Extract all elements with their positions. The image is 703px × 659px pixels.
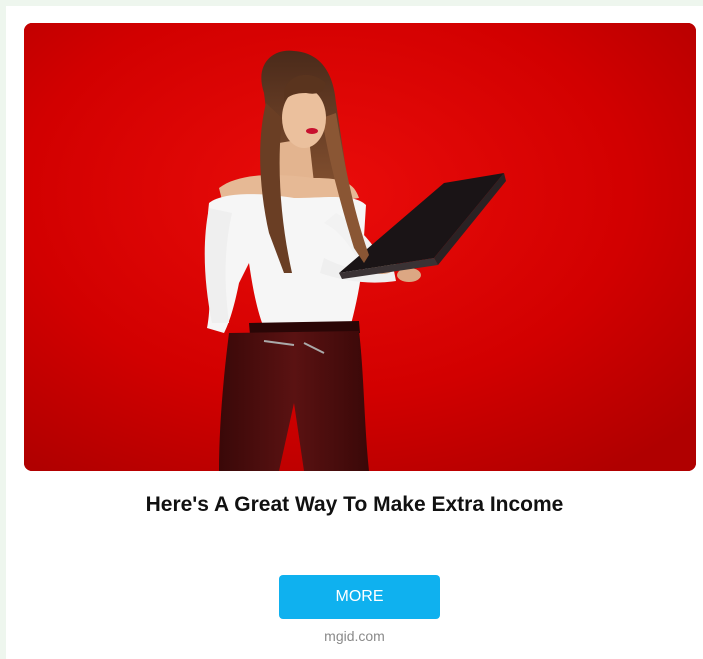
more-button[interactable]: MORE xyxy=(279,575,440,619)
ad-source-link[interactable]: mgid.com xyxy=(6,626,703,646)
ad-photo-illustration xyxy=(24,23,696,471)
ad-headline[interactable]: Here's A Great Way To Make Extra Income xyxy=(6,491,703,519)
ad-image[interactable] xyxy=(24,23,696,471)
ad-widget: Here's A Great Way To Make Extra Income … xyxy=(6,6,703,659)
